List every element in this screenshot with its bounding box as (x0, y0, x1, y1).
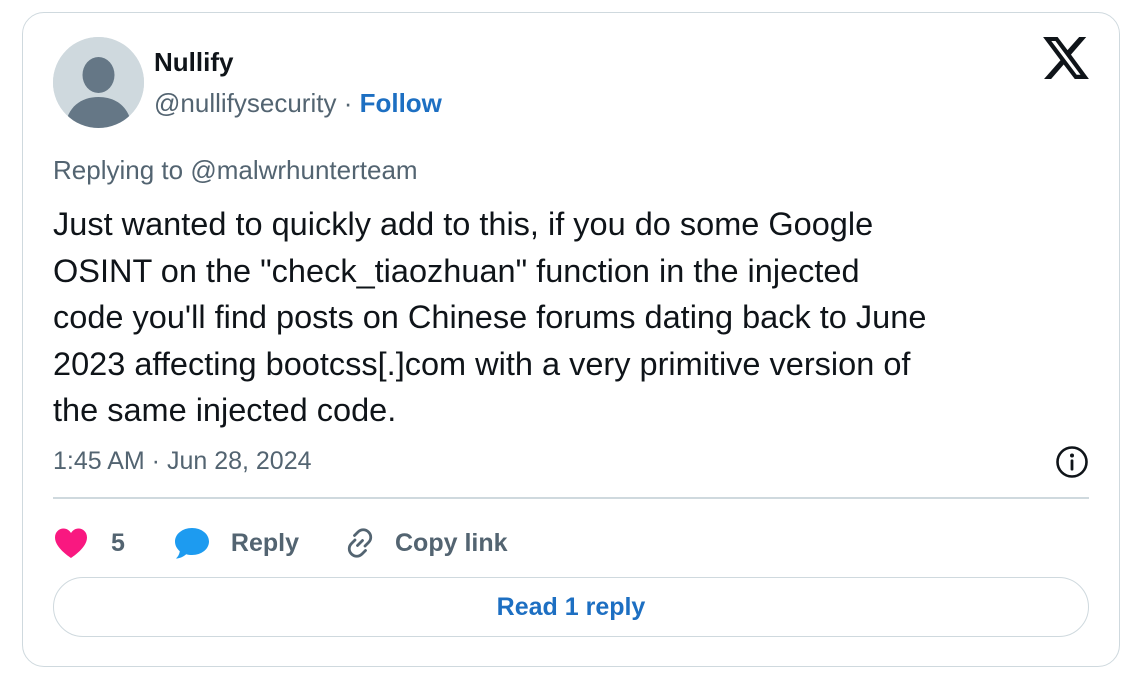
tweet-text: Just wanted to quickly add to this, if y… (53, 206, 927, 428)
author-name[interactable]: Nullify (154, 47, 233, 78)
reply-context-mention[interactable]: @malwrhunterteam (190, 155, 417, 185)
divider (53, 497, 1089, 499)
author-handle-row: @nullifysecurity · Follow (154, 88, 442, 119)
tweet-timestamp[interactable]: 1:45 AM · Jun 28, 2024 (53, 447, 312, 476)
action-bar: 5 Reply Copy link (53, 521, 508, 565)
link-icon (347, 528, 373, 558)
copy-link-label: Copy link (395, 528, 508, 557)
info-icon[interactable] (1055, 445, 1089, 479)
default-avatar-icon (53, 37, 144, 128)
tweet-card: Nullify @nullifysecurity · Follow Replyi… (22, 12, 1120, 667)
read-replies-button[interactable]: Read 1 reply (53, 577, 1089, 637)
avatar[interactable] (53, 37, 144, 128)
like-count: 5 (111, 528, 125, 557)
x-logo-icon[interactable] (1043, 37, 1089, 79)
heart-icon (55, 528, 87, 558)
follow-button[interactable]: Follow (360, 88, 442, 118)
reply-label: Reply (230, 528, 299, 557)
copy-link-button[interactable]: Copy link (343, 526, 508, 560)
like-button[interactable]: 5 (53, 527, 125, 559)
author-handle[interactable]: @nullifysecurity (154, 88, 336, 118)
separator-dot: · (343, 88, 353, 118)
speech-bubble-icon (174, 528, 209, 559)
reply-context: Replying to @malwrhunterteam (53, 155, 418, 186)
reply-context-prefix: Replying to (53, 155, 184, 185)
reply-button[interactable]: Reply (173, 526, 299, 560)
